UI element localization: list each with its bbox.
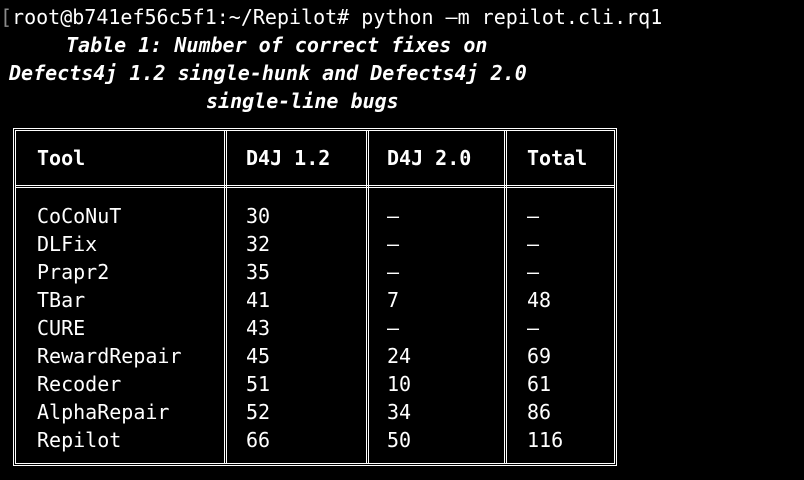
header-divider (16, 185, 614, 188)
cell-total: 86 (527, 400, 552, 424)
cell-tool: Repilot (37, 428, 122, 452)
cell-tool: CoCoNuT (37, 204, 122, 228)
table-caption-line-3: single-line bugs (206, 89, 399, 113)
cell-d4j-20: 24 (387, 344, 412, 368)
cell-d4j-12: 32 (246, 232, 271, 256)
cell-tool: TBar (37, 288, 86, 312)
table-row: Recoder 51 10 61 (16, 370, 614, 398)
cell-d4j-12: 51 (246, 372, 271, 396)
table-row: DLFix 32 – – (16, 230, 614, 258)
table-row: CURE 43 – – (16, 314, 614, 342)
cell-d4j-20: 50 (387, 428, 412, 452)
cell-d4j-12: 43 (246, 316, 271, 340)
cell-total: – (527, 260, 540, 284)
prompt-bracket: [ (0, 5, 13, 29)
cell-total: – (527, 204, 540, 228)
header-d4j-20: D4J 2.0 (387, 146, 472, 170)
cell-total: 116 (527, 428, 564, 452)
cell-d4j-12: 45 (246, 344, 271, 368)
cell-tool: RewardRepair (37, 344, 182, 368)
command-text: root@b741ef56c5f1:~/Repilot# python –m r… (12, 5, 663, 29)
cell-d4j-20: – (387, 232, 400, 256)
table-caption-line-2: Defects4j 1.2 single-hunk and Defects4j … (9, 61, 527, 85)
table-caption-line-1: Table 1: Number of correct fixes on (66, 33, 488, 57)
table-row: AlphaRepair 52 34 86 (16, 398, 614, 426)
table-row: Repilot 66 50 116 (16, 426, 614, 454)
cell-d4j-20: 10 (387, 372, 412, 396)
cell-d4j-20: 7 (387, 288, 400, 312)
cell-d4j-12: 66 (246, 428, 271, 452)
cell-total: 48 (527, 288, 552, 312)
cell-d4j-20: 34 (387, 400, 412, 424)
cell-d4j-12: 41 (246, 288, 271, 312)
header-d4j-12: D4J 1.2 (246, 146, 331, 170)
terminal-window[interactable]: [root@b741ef56c5f1:~/Repilot# python –m … (0, 0, 804, 480)
cell-tool: Recoder (37, 372, 122, 396)
cell-d4j-20: – (387, 316, 400, 340)
cell-total: 61 (527, 372, 552, 396)
table-row: TBar 41 7 48 (16, 286, 614, 314)
command-line: [root@b741ef56c5f1:~/Repilot# python –m … (0, 4, 662, 30)
table-row: Prapr2 35 – – (16, 258, 614, 286)
cell-total: – (527, 232, 540, 256)
header-tool: Tool (37, 146, 86, 170)
header-total: Total (527, 146, 588, 170)
table-row: CoCoNuT 30 – – (16, 202, 614, 230)
cell-tool: AlphaRepair (37, 400, 170, 424)
results-table: Tool D4J 1.2 D4J 2.0 Total CoCoNuT 30– – DL… (13, 128, 617, 466)
cell-tool: CURE (37, 316, 86, 340)
cell-d4j-20: – (387, 204, 400, 228)
cell-tool: DLFix (37, 232, 98, 256)
cell-total: – (527, 316, 540, 340)
cell-d4j-20: – (387, 260, 400, 284)
cell-total: 69 (527, 344, 552, 368)
cell-tool: Prapr2 (37, 260, 110, 284)
cell-d4j-12: 35 (246, 260, 271, 284)
cell-d4j-12: 52 (246, 400, 271, 424)
table-row: RewardRepair 45 24 69 (16, 342, 614, 370)
cell-d4j-12: 30 (246, 204, 271, 228)
